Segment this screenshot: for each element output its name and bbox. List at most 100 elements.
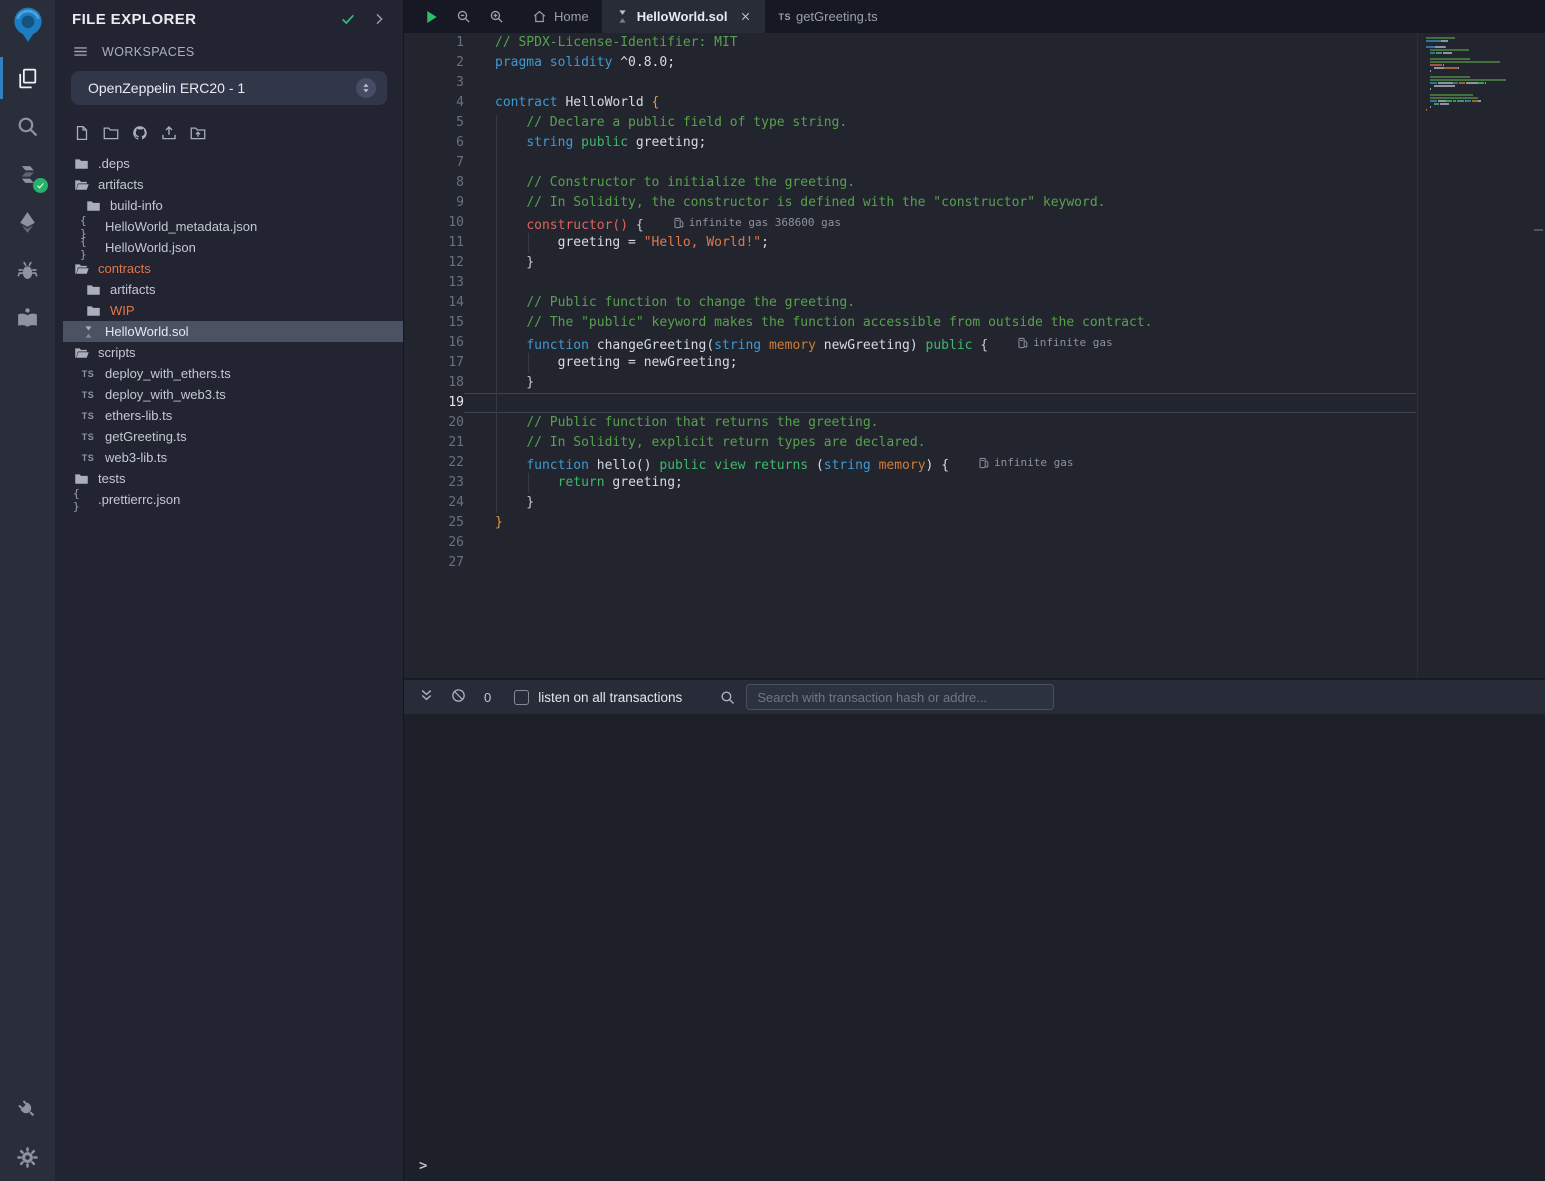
tree-item-label: WIP bbox=[110, 303, 135, 318]
zoom-in-button[interactable] bbox=[480, 0, 513, 33]
tree-item[interactable]: HelloWorld.sol bbox=[63, 321, 403, 342]
plug-icon bbox=[15, 1097, 40, 1122]
code-line: 14 // Public function to change the gree… bbox=[404, 293, 1545, 313]
code-line: 16 function changeGreeting(string memory… bbox=[404, 333, 1545, 353]
file-explorer-button[interactable] bbox=[0, 54, 55, 102]
workspaces-menu-icon[interactable] bbox=[72, 43, 89, 60]
tree-item[interactable]: TSdeploy_with_web3.ts bbox=[63, 384, 403, 405]
tree-item[interactable]: artifacts bbox=[63, 174, 403, 195]
line-number: 21 bbox=[404, 433, 464, 453]
tree-item-label: HelloWorld_metadata.json bbox=[105, 219, 257, 234]
settings-button[interactable] bbox=[0, 1133, 55, 1181]
search-button[interactable] bbox=[0, 102, 55, 150]
tab-helloworld-sol[interactable]: HelloWorld.sol bbox=[602, 0, 766, 33]
workspace-cycle-icon[interactable] bbox=[356, 78, 376, 98]
upload-folder-button[interactable] bbox=[188, 123, 208, 143]
debugger-button[interactable] bbox=[0, 246, 55, 294]
plugin-manager-button[interactable] bbox=[0, 1085, 55, 1133]
folder-new-icon bbox=[102, 124, 120, 142]
close-tab-icon[interactable] bbox=[739, 10, 752, 23]
tree-item[interactable]: artifacts bbox=[63, 279, 403, 300]
code-line-content: // Constructor to initialize the greetin… bbox=[464, 173, 1416, 193]
search-icon bbox=[719, 689, 736, 706]
tree-item[interactable]: TSweb3-lib.ts bbox=[63, 447, 403, 468]
tree-item[interactable]: tests bbox=[63, 468, 403, 489]
line-number: 25 bbox=[404, 513, 464, 533]
folder-upload-icon bbox=[189, 124, 207, 142]
code-line: 7 bbox=[404, 153, 1545, 173]
upload-icon bbox=[160, 124, 178, 142]
github-icon bbox=[131, 124, 149, 142]
create-new-folder-button[interactable] bbox=[101, 123, 121, 143]
line-number: 11 bbox=[404, 233, 464, 253]
folder-icon bbox=[85, 283, 101, 297]
run-script-button[interactable] bbox=[414, 0, 447, 33]
tree-item[interactable]: scripts bbox=[63, 342, 403, 363]
code-line-content: return greeting; bbox=[464, 473, 1416, 493]
folder-icon bbox=[73, 157, 89, 171]
terminal-expand-button[interactable] bbox=[418, 687, 435, 707]
tree-item[interactable]: WIP bbox=[63, 300, 403, 321]
tree-item[interactable]: contracts bbox=[63, 258, 403, 279]
line-number: 10 bbox=[404, 213, 464, 233]
upload-files-button[interactable] bbox=[159, 123, 179, 143]
code-line: 6 string public greeting; bbox=[404, 133, 1545, 153]
clear-console-button[interactable] bbox=[450, 687, 467, 707]
workspace-selected-value: OpenZeppelin ERC20 - 1 bbox=[88, 80, 356, 96]
folder-icon bbox=[85, 199, 101, 213]
tree-item[interactable]: TSethers-lib.ts bbox=[63, 405, 403, 426]
create-new-file-button[interactable] bbox=[72, 123, 92, 143]
tree-item[interactable]: { }.prettierrc.json bbox=[63, 489, 403, 510]
remix-logo[interactable] bbox=[0, 0, 55, 54]
gas-pump-icon bbox=[1018, 337, 1028, 349]
tree-item[interactable]: build-info bbox=[63, 195, 403, 216]
tree-item-label: artifacts bbox=[110, 282, 156, 297]
solidity-compiler-button[interactable] bbox=[0, 150, 55, 198]
typescript-file-icon: TS bbox=[80, 432, 96, 442]
line-number: 5 bbox=[404, 113, 464, 133]
listen-transactions-checkbox[interactable] bbox=[514, 690, 529, 705]
code-line: 20 // Public function that returns the g… bbox=[404, 413, 1545, 433]
tree-item-label: .deps bbox=[98, 156, 130, 171]
line-number: 7 bbox=[404, 153, 464, 173]
tab-getgreeting-ts[interactable]: TSgetGreeting.ts bbox=[765, 0, 890, 33]
tree-item-label: build-info bbox=[110, 198, 163, 213]
tree-item[interactable]: { }HelloWorld.json bbox=[63, 237, 403, 258]
code-editor[interactable]: 1// SPDX-License-Identifier: MIT2pragma … bbox=[404, 33, 1545, 679]
line-number: 16 bbox=[404, 333, 464, 353]
zoom-out-button[interactable] bbox=[447, 0, 480, 33]
typescript-file-icon: TS bbox=[80, 453, 96, 463]
code-line-content: // In Solidity, the constructor is defin… bbox=[464, 193, 1416, 213]
workspace-select[interactable]: OpenZeppelin ERC20 - 1 bbox=[71, 71, 387, 105]
accept-check-icon[interactable] bbox=[340, 11, 356, 27]
tab-home[interactable]: Home bbox=[519, 0, 602, 33]
gas-estimate-hint: infinite gas bbox=[1018, 333, 1112, 353]
clone-git-repository-button[interactable] bbox=[130, 123, 150, 143]
code-line-content: // The "public" keyword makes the functi… bbox=[464, 313, 1416, 333]
tree-item[interactable]: { }HelloWorld_metadata.json bbox=[63, 216, 403, 237]
tree-item-label: artifacts bbox=[98, 177, 144, 192]
tree-item[interactable]: TS getGreeting.ts bbox=[63, 426, 403, 447]
terminal-output[interactable]: > bbox=[404, 714, 1545, 1181]
deploy-and-run-button[interactable] bbox=[0, 198, 55, 246]
line-number: 26 bbox=[404, 533, 464, 553]
code-line-content: } bbox=[464, 513, 1416, 533]
play-icon bbox=[422, 8, 440, 26]
bug-icon bbox=[15, 258, 40, 283]
expand-panel-chevron-icon[interactable] bbox=[371, 11, 387, 27]
workspaces-row: WORKSPACES bbox=[55, 36, 403, 65]
tab-label: HelloWorld.sol bbox=[637, 9, 728, 24]
file-explorer-panel: FILE EXPLORER WORKSPACES OpenZeppelin ER… bbox=[55, 0, 403, 1181]
ban-icon bbox=[450, 687, 467, 707]
editor-scrollbar[interactable] bbox=[1534, 229, 1543, 231]
remix-ide: FILE EXPLORER WORKSPACES OpenZeppelin ER… bbox=[0, 0, 1545, 1181]
line-number: 12 bbox=[404, 253, 464, 273]
transaction-search-input[interactable] bbox=[746, 684, 1054, 710]
tree-item[interactable]: TSdeploy_with_ethers.ts bbox=[63, 363, 403, 384]
line-number: 4 bbox=[404, 93, 464, 113]
tree-item-label: getGreeting.ts bbox=[105, 429, 187, 444]
tree-item[interactable]: .deps bbox=[63, 153, 403, 174]
learneth-button[interactable] bbox=[0, 294, 55, 342]
line-number: 23 bbox=[404, 473, 464, 493]
minimap[interactable] bbox=[1426, 37, 1518, 118]
